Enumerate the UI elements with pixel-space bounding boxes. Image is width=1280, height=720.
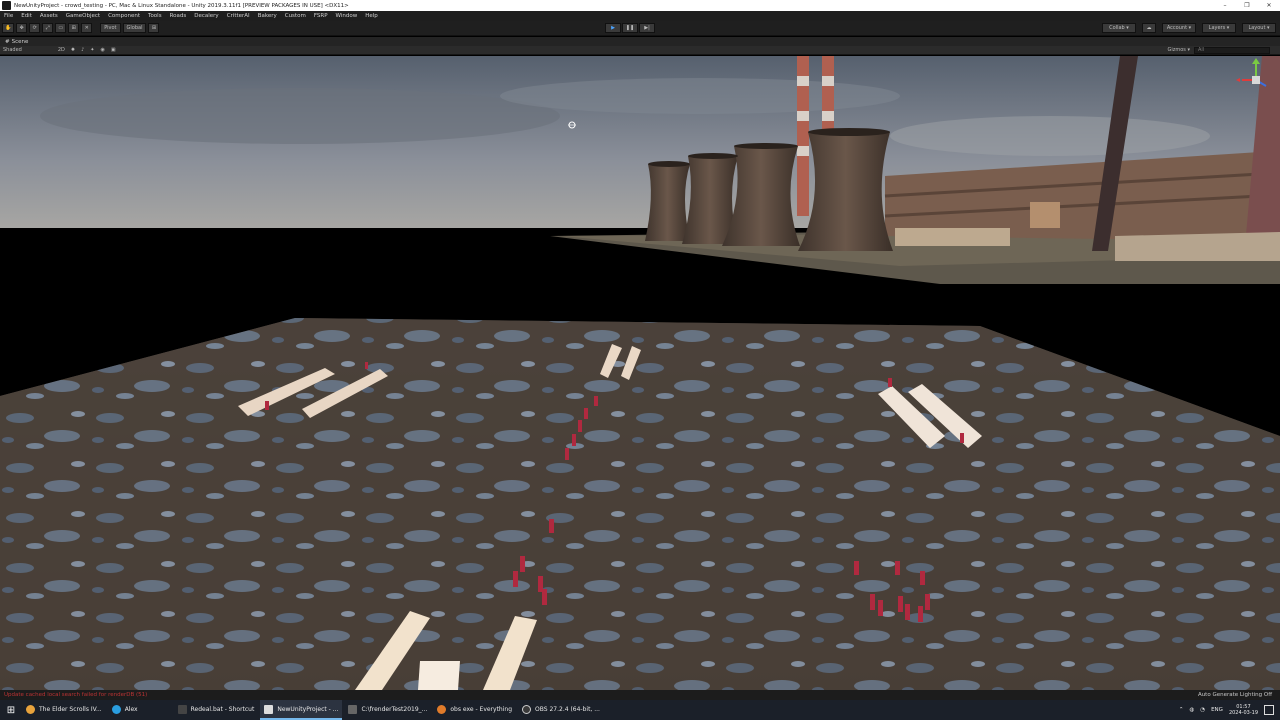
menu-window[interactable]: Window <box>336 13 358 19</box>
step-button[interactable]: ▶| <box>639 23 655 33</box>
transform-tool-icon[interactable]: ⊞ <box>68 23 80 33</box>
gizmos-dropdown[interactable]: Gizmos ▾ <box>1167 47 1190 53</box>
taskbar-app-telegram[interactable]: Alex <box>108 700 142 720</box>
playback-controls: ▶ ❚❚ ▶| <box>604 23 655 33</box>
tab-scene[interactable]: # Scene <box>5 39 28 45</box>
main-toolbar: ✋ ✥ ⟳ ⤢ ▭ ⊞ ✕ Pivot Global ⊞ ▶ ❚❚ ▶| Col… <box>0 21 1280 36</box>
menu-component[interactable]: Component <box>108 13 140 19</box>
menu-critterai[interactable]: CritterAI <box>227 13 250 19</box>
menu-decalery[interactable]: Decalery <box>194 13 218 19</box>
window-title-bar: NewUnityProject - crowd_testing - PC, Ma… <box>0 0 1280 11</box>
search-icon <box>437 704 447 714</box>
menu-custom[interactable]: Custom <box>285 13 306 19</box>
lighting-status[interactable]: Auto Generate Lighting Off <box>1198 692 1272 698</box>
minimize-button[interactable]: – <box>1214 0 1236 11</box>
taskbar-app-label: The Elder Scrolls IV... <box>39 705 102 713</box>
window-title: NewUnityProject - crowd_testing - PC, Ma… <box>14 2 349 9</box>
network-icon[interactable]: ◍ <box>1189 707 1194 713</box>
global-toggle[interactable]: Global <box>122 23 147 33</box>
console-error-message[interactable]: Update cached local search failed for re… <box>4 692 147 698</box>
plank-8 <box>418 661 460 690</box>
clock-date: 2024-03-19 <box>1228 710 1258 716</box>
pause-button[interactable]: ❚❚ <box>622 23 638 33</box>
scene-search-input[interactable]: All <box>1194 47 1270 54</box>
taskbar-app-label: obs exe - Everything <box>450 705 513 713</box>
camera-settings-icon[interactable]: ▣ <box>111 47 116 53</box>
notification-center-icon[interactable] <box>1264 705 1274 715</box>
menu-tools[interactable]: Tools <box>148 13 162 19</box>
toolbar-right: Collab ▾ ☁ Account ▾ Layers ▾ Layout ▾ <box>1100 23 1276 33</box>
layout-dropdown[interactable]: Layout ▾ <box>1242 23 1276 33</box>
terminal-icon <box>348 704 358 714</box>
editor-status-bar: Update cached local search failed for re… <box>0 690 1280 700</box>
obs-icon <box>522 704 532 714</box>
taskbar-app-redeal-bat[interactable]: Redeal.bat - Shortcut <box>174 700 259 720</box>
shading-mode-dropdown[interactable]: Shaded <box>3 47 22 53</box>
unity-icon <box>264 704 274 714</box>
taskbar-app-elder-scrolls[interactable]: The Elder Scrolls IV... <box>22 700 106 720</box>
scene-options-bar: Shaded 2D ✹ ♪ ✦ ◉ ▣ Gizmos ▾ All <box>0 46 1280 55</box>
menu-bakery[interactable]: Bakery <box>258 13 277 19</box>
chrome-icon <box>26 704 35 714</box>
menu-help[interactable]: Help <box>365 13 378 19</box>
effects-toggle-icon[interactable]: ✦ <box>90 47 94 53</box>
menu-roads[interactable]: Roads <box>170 13 187 19</box>
collab-dropdown[interactable]: Collab ▾ <box>1102 23 1136 33</box>
scene-viewport[interactable] <box>0 56 1280 690</box>
close-button[interactable]: ✕ <box>1258 0 1280 11</box>
scene-tab-bar: # Scene <box>0 37 1280 46</box>
menu-fsrp[interactable]: FSRP <box>314 13 328 19</box>
taskbar-app-everything[interactable]: obs exe - Everything <box>433 700 516 720</box>
language-indicator[interactable]: ENG <box>1211 707 1223 713</box>
taskbar-app-label: Alex <box>124 705 138 713</box>
scene-render <box>0 56 1280 690</box>
grid-snap-icon[interactable]: ⊞ <box>148 23 160 33</box>
taskbar-app-unity[interactable]: NewUnityProject - ... <box>260 700 343 720</box>
cooling-tower-1 <box>645 162 690 241</box>
scene-tab-label: Scene <box>11 38 29 45</box>
layers-dropdown[interactable]: Layers ▾ <box>1202 23 1236 33</box>
volume-icon[interactable]: ◔ <box>1200 707 1205 713</box>
lighting-toggle-icon[interactable]: ✹ <box>71 47 75 53</box>
hand-tool-icon[interactable]: ✋ <box>2 23 15 33</box>
taskbar-app-label: OBS 27.2.4 (64-bit, ... <box>535 705 600 713</box>
menu-edit[interactable]: Edit <box>21 13 32 19</box>
custom-tool-icon[interactable]: ✕ <box>81 23 93 33</box>
taskbar-app-label: Redeal.bat - Shortcut <box>190 705 255 713</box>
unity-logo-icon <box>2 1 11 10</box>
system-tray: ⌃ ◍ ◔ ENG 01:57 2024-03-19 <box>1179 700 1280 720</box>
audio-toggle-icon[interactable]: ♪ <box>81 47 84 53</box>
chevron-up-icon[interactable]: ⌃ <box>1179 707 1184 713</box>
scale-tool-icon[interactable]: ⤢ <box>42 23 54 33</box>
telegram-icon <box>111 704 121 714</box>
maximize-button[interactable]: ❐ <box>1236 0 1258 11</box>
taskbar-app-label: C:\frenderTest2019_... <box>361 705 428 713</box>
windows-taskbar: ⊞ The Elder Scrolls IV... Alex Redeal.ba… <box>0 700 1280 720</box>
cmd-icon <box>177 704 187 714</box>
windows-start-icon[interactable]: ⊞ <box>0 700 22 720</box>
account-dropdown[interactable]: Account ▾ <box>1162 23 1196 33</box>
scene-tab-icon: # <box>5 38 10 45</box>
taskbar-clock[interactable]: 01:57 2024-03-19 <box>1229 704 1258 716</box>
pivot-toggle[interactable]: Pivot <box>100 23 121 33</box>
taskbar-app-render-test[interactable]: C:\frenderTest2019_... <box>344 700 431 720</box>
hidden-objects-icon[interactable]: ◉ <box>100 47 104 53</box>
menu-gameobject[interactable]: GameObject <box>66 13 100 19</box>
menu-file[interactable]: File <box>4 13 13 19</box>
menu-assets[interactable]: Assets <box>40 13 58 19</box>
rotate-tool-icon[interactable]: ⟳ <box>29 23 41 33</box>
taskbar-app-obs[interactable]: OBS 27.2.4 (64-bit, ... <box>518 700 604 720</box>
taskbar-app-label: NewUnityProject - ... <box>277 705 339 713</box>
rect-tool-icon[interactable]: ▭ <box>55 23 67 33</box>
move-tool-icon[interactable]: ✥ <box>16 23 28 33</box>
2d-toggle[interactable]: 2D <box>58 47 65 53</box>
play-button[interactable]: ▶ <box>605 23 621 33</box>
menu-bar: File Edit Assets GameObject Component To… <box>0 11 1280 21</box>
cloud-icon[interactable]: ☁ <box>1142 23 1156 33</box>
